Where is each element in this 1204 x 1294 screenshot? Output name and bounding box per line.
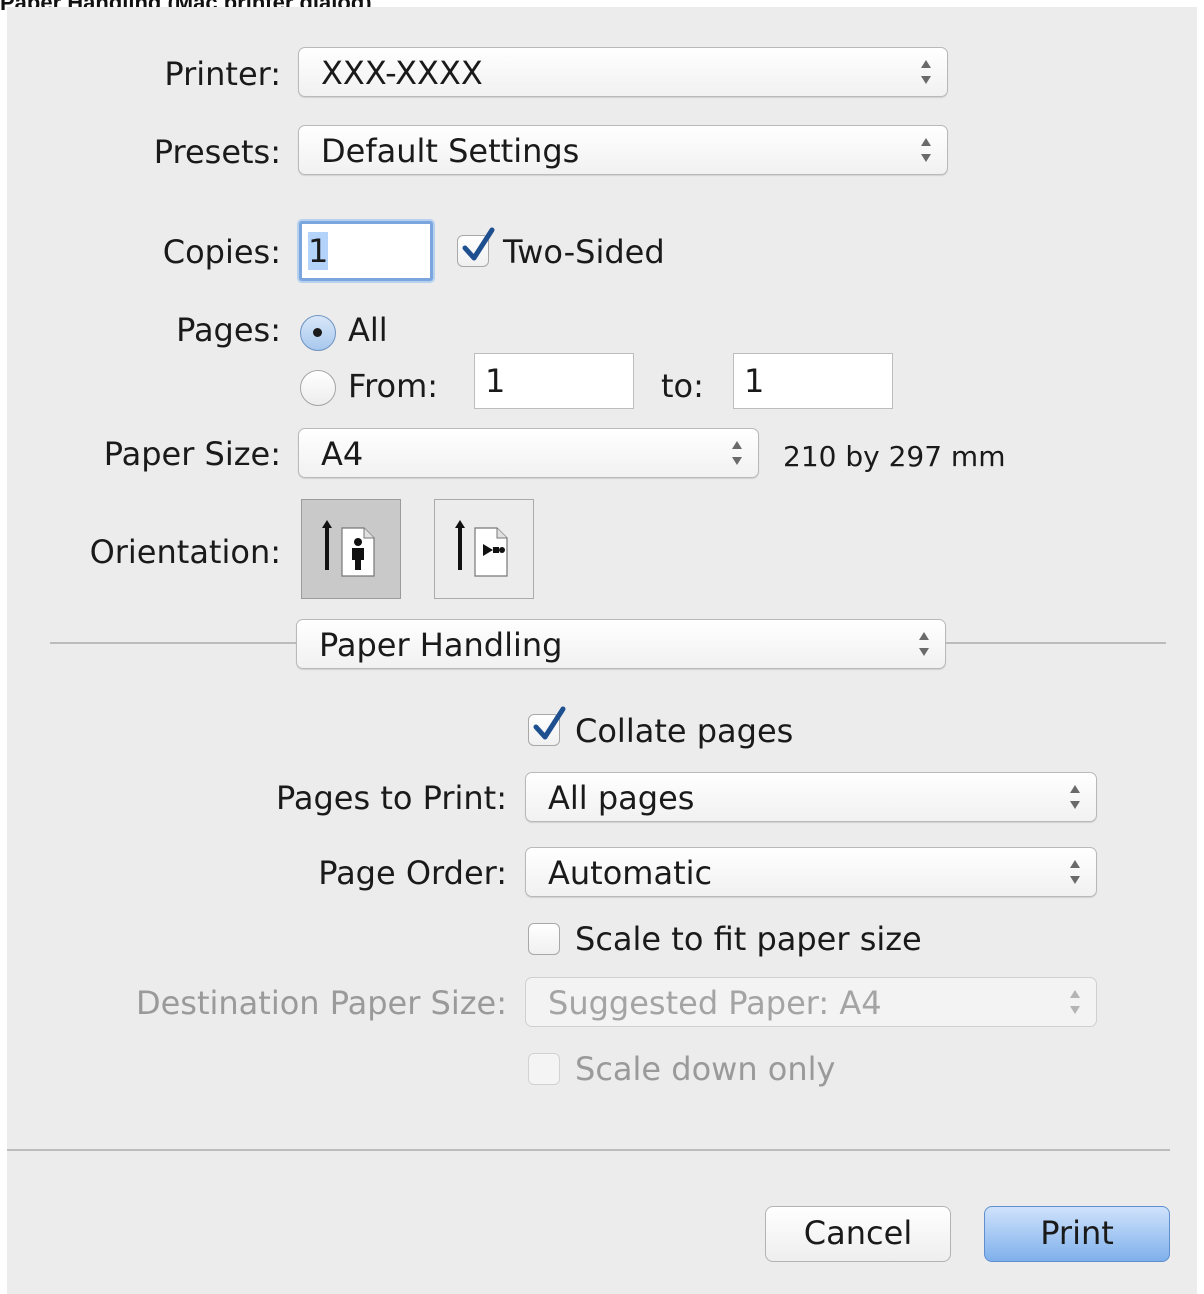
scale-down-only-label: Scale down only [575, 1050, 836, 1088]
scale-to-fit-label: Scale to fit paper size [575, 920, 922, 958]
pages-all-label: All [348, 311, 388, 349]
presets-label: Presets: [153, 133, 281, 171]
pages-to-print-label: Pages to Print: [276, 779, 507, 817]
updown-arrows-icon [921, 138, 931, 162]
landscape-orientation-button[interactable] [434, 499, 534, 599]
printer-label: Printer: [164, 55, 281, 93]
paper-size-dimensions: 210 by 297 mm [783, 440, 1006, 473]
section-popup-value: Paper Handling [319, 626, 563, 664]
updown-arrows-icon [1070, 860, 1080, 884]
two-sided-checkbox[interactable] [457, 227, 495, 267]
paper-size-label: Paper Size: [103, 435, 281, 473]
portrait-orientation-icon [322, 520, 375, 577]
separator-right [946, 642, 1166, 644]
page-order-popup[interactable]: Automatic [525, 847, 1097, 897]
landscape-orientation-icon [455, 520, 508, 577]
collate-checkbox[interactable] [528, 706, 566, 746]
updown-arrows-icon [1070, 785, 1080, 809]
copies-input[interactable]: 1 [299, 221, 433, 281]
scale-down-only-checkbox[interactable] [528, 1053, 560, 1085]
pages-to-label: to: [661, 367, 704, 405]
pages-to-value: 1 [744, 362, 765, 400]
copies-value: 1 [308, 232, 329, 270]
checkmark-icon [533, 706, 566, 740]
orientation-label: Orientation: [89, 533, 281, 571]
print-button[interactable]: Print [984, 1206, 1170, 1262]
pages-from-input[interactable]: 1 [474, 353, 634, 409]
updown-arrows-icon [919, 632, 929, 656]
paper-size-value: A4 [321, 435, 364, 473]
radio-dot-icon [313, 328, 322, 337]
destination-paper-size-popup[interactable]: Suggested Paper: A4 [525, 977, 1097, 1027]
cancel-button[interactable]: Cancel [765, 1206, 951, 1262]
pages-label: Pages: [176, 311, 281, 349]
section-popup[interactable]: Paper Handling [296, 619, 946, 669]
pages-to-print-popup[interactable]: All pages [525, 772, 1097, 822]
print-dialog: Printer: XXX-XXXX Presets: Default Setti… [7, 7, 1197, 1294]
scale-to-fit-checkbox[interactable] [528, 923, 560, 955]
page-order-value: Automatic [548, 854, 713, 892]
destination-paper-size-label: Destination Paper Size: [135, 984, 507, 1022]
printer-value: XXX-XXXX [321, 54, 483, 92]
portrait-orientation-button[interactable] [301, 499, 401, 599]
pages-from-value: 1 [485, 362, 506, 400]
presets-popup[interactable]: Default Settings [298, 125, 948, 175]
updown-arrows-icon [732, 441, 742, 465]
paper-size-popup[interactable]: A4 [298, 428, 759, 478]
checkmark-icon [462, 227, 495, 261]
destination-paper-size-value: Suggested Paper: A4 [548, 984, 882, 1022]
pages-to-input[interactable]: 1 [733, 353, 893, 409]
copies-label: Copies: [162, 233, 281, 271]
pages-from-radio[interactable] [300, 370, 336, 406]
two-sided-label: Two-Sided [503, 233, 665, 271]
presets-value: Default Settings [321, 132, 580, 170]
bottom-separator [7, 1149, 1170, 1151]
page-order-label: Page Order: [318, 854, 507, 892]
pages-all-radio[interactable] [300, 315, 336, 351]
separator-left [50, 642, 296, 644]
pages-from-label: From: [348, 367, 439, 405]
collate-label: Collate pages [575, 712, 794, 750]
pages-to-print-value: All pages [548, 779, 695, 817]
printer-popup[interactable]: XXX-XXXX [298, 47, 948, 97]
updown-arrows-icon [1070, 990, 1080, 1014]
updown-arrows-icon [921, 60, 931, 84]
